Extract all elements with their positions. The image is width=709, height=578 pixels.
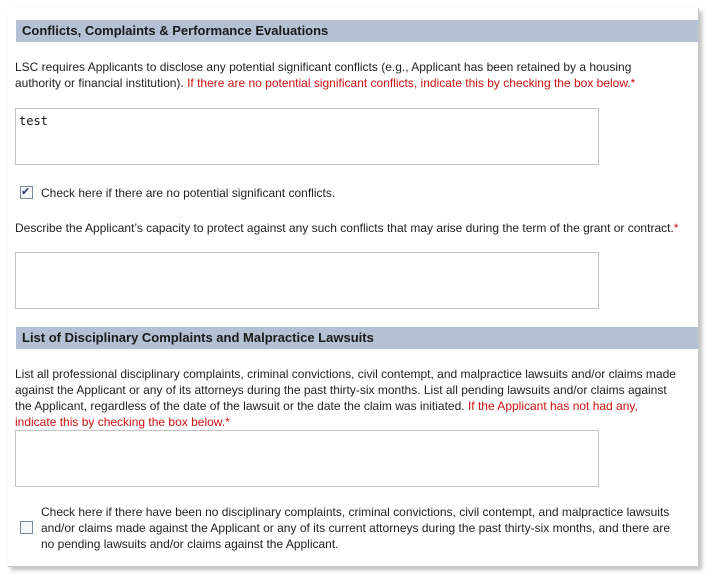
capacity-question-text: Describe the Applicant’s capacity to pro… (15, 221, 674, 235)
disciplinary-instructions: List all professional disciplinary compl… (15, 366, 679, 430)
conflicts-instructions: LSC requires Applicants to disclose any … (15, 59, 679, 91)
capacity-question: Describe the Applicant’s capacity to pro… (15, 220, 679, 236)
no-complaints-checkbox-label: Check here if there have been no discipl… (41, 505, 670, 551)
capacity-textarea[interactable] (15, 252, 599, 309)
conflicts-required-note: If there are no potential significant co… (187, 76, 636, 90)
conflicts-textarea[interactable]: test (15, 108, 599, 165)
section-header-disciplinary: List of Disciplinary Complaints and Malp… (16, 327, 698, 349)
no-conflicts-checkbox-label: Check here if there are no potential sig… (41, 186, 336, 200)
disciplinary-textarea[interactable] (15, 430, 599, 487)
form-panel: Conflicts, Complaints & Performance Eval… (8, 8, 699, 567)
capacity-required-mark: * (673, 221, 679, 235)
no-complaints-checkbox[interactable] (20, 521, 33, 534)
section-header-conflicts: Conflicts, Complaints & Performance Eval… (16, 20, 698, 42)
no-conflicts-checkbox[interactable] (20, 185, 33, 199)
